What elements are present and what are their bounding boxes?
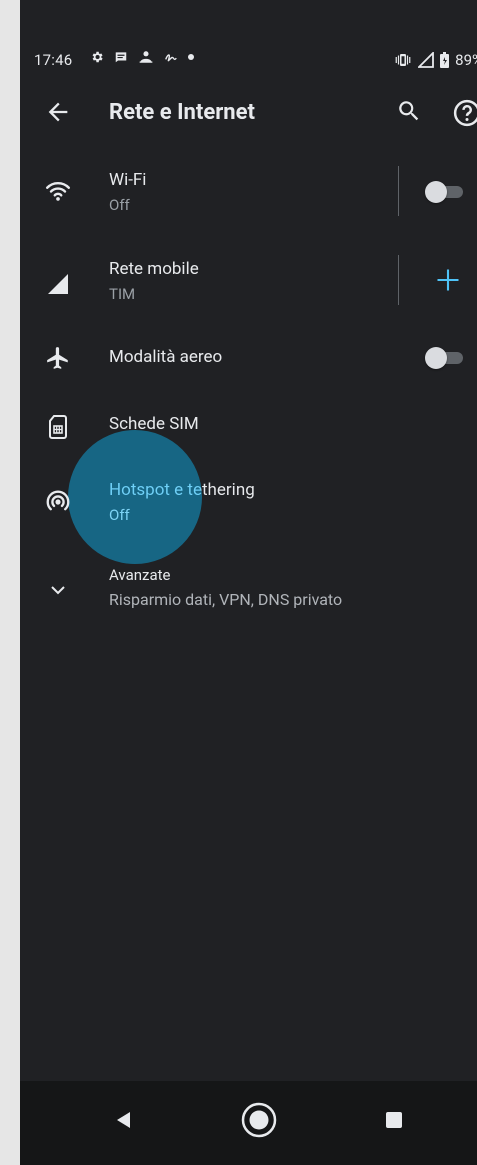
- advanced-row[interactable]: Avanzate Risparmio dati, VPN, DNS privat…: [20, 562, 477, 622]
- airplane-toggle-thumb: [425, 347, 447, 369]
- search-icon: [399, 101, 419, 121]
- system-status: 89%: [394, 51, 477, 69]
- hotspot-tethering-subtitle: Off: [109, 506, 130, 524]
- wifi-icon: [44, 177, 72, 205]
- hotspot-tethering-title: Hotspot e tethering: [109, 480, 255, 500]
- account-icon: [138, 50, 154, 64]
- advanced-subtitle: Risparmio dati, VPN, DNS privato: [109, 590, 343, 609]
- message-icon: [114, 50, 128, 64]
- help-icon: [453, 99, 477, 127]
- add-mobile-network-button[interactable]: [434, 266, 462, 294]
- airplane-icon: [44, 344, 72, 372]
- nav-back-icon: [117, 1112, 130, 1128]
- app-bar: Rete e Internet: [20, 90, 477, 138]
- sim-cards-title: Schede SIM: [109, 414, 199, 434]
- wifi-toggle-thumb: [425, 181, 447, 203]
- advanced-title: Avanzate: [109, 566, 171, 584]
- nav-back-button[interactable]: [114, 1109, 138, 1133]
- settings-gear-icon: [90, 50, 104, 64]
- hotspot-tethering-title-text: Hotspot e tethering: [109, 480, 255, 500]
- battery-percent: 89%: [455, 51, 477, 69]
- wifi-divider: [398, 166, 399, 216]
- wifi-title: Wi-Fi: [109, 170, 147, 190]
- phone-screen: 17:46 89 Rete e Internet Wi-Fi Off Rete …: [20, 0, 477, 1165]
- notification-icons: [90, 50, 194, 64]
- search-button[interactable]: [396, 98, 424, 126]
- mobile-network-divider: [398, 255, 399, 305]
- wifi-toggle[interactable]: [425, 181, 465, 203]
- sim-card-icon: [44, 413, 72, 441]
- wifi-subtitle: Off: [109, 196, 130, 214]
- airplane-mode-title: Modalità aereo: [109, 347, 223, 367]
- mobile-network-subtitle: TIM: [109, 285, 136, 303]
- back-button[interactable]: [44, 98, 72, 126]
- handwriting-icon: [164, 50, 178, 64]
- status-time: 17:46: [34, 51, 73, 69]
- add-icon: [437, 269, 459, 291]
- airplane-mode-row[interactable]: Modalità aereo: [20, 338, 477, 382]
- help-button[interactable]: [452, 98, 477, 128]
- mobile-network-row[interactable]: Rete mobile TIM: [20, 250, 477, 314]
- signal-icon: [44, 270, 72, 298]
- wifi-row[interactable]: Wi-Fi Off: [20, 160, 477, 230]
- navigation-bar: [20, 1081, 477, 1165]
- airplane-mode-toggle[interactable]: [425, 347, 465, 369]
- nav-home-icon: [241, 1102, 277, 1138]
- hotspot-tethering-row[interactable]: Hotspot e tethering Off: [20, 470, 477, 530]
- chevron-down-icon: [44, 576, 72, 604]
- signal-strength-icon: [418, 52, 435, 68]
- more-notifications-dot: [188, 54, 194, 60]
- vibrate-icon: [394, 53, 412, 67]
- nav-home-button[interactable]: [240, 1101, 278, 1139]
- nav-recents-icon: [386, 1112, 402, 1128]
- nav-recents-button[interactable]: [385, 1111, 405, 1131]
- mobile-network-title: Rete mobile: [109, 259, 199, 279]
- battery-icon: [440, 52, 450, 68]
- sim-cards-row[interactable]: Schede SIM: [20, 405, 477, 449]
- hotspot-icon: [44, 488, 72, 516]
- arrow-back-icon: [48, 102, 68, 122]
- page-title: Rete e Internet: [109, 100, 255, 125]
